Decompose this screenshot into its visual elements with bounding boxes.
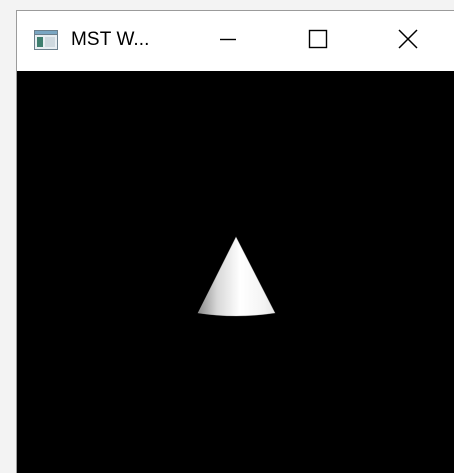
minimize-button[interactable] — [198, 11, 258, 71]
close-button[interactable] — [378, 11, 438, 71]
close-icon — [397, 28, 419, 55]
cone-model — [197, 236, 276, 317]
screen: MST W... — [0, 0, 454, 473]
app-window: MST W... — [16, 10, 454, 473]
title-bar[interactable]: MST W... — [17, 11, 454, 71]
app-window-icon[interactable] — [34, 30, 58, 50]
minimize-icon — [219, 30, 237, 53]
window-title: MST W... — [71, 29, 150, 50]
scene-canvas — [197, 236, 276, 317]
maximize-button[interactable] — [288, 11, 348, 71]
maximize-icon — [308, 29, 328, 54]
render-viewport[interactable] — [17, 71, 454, 473]
